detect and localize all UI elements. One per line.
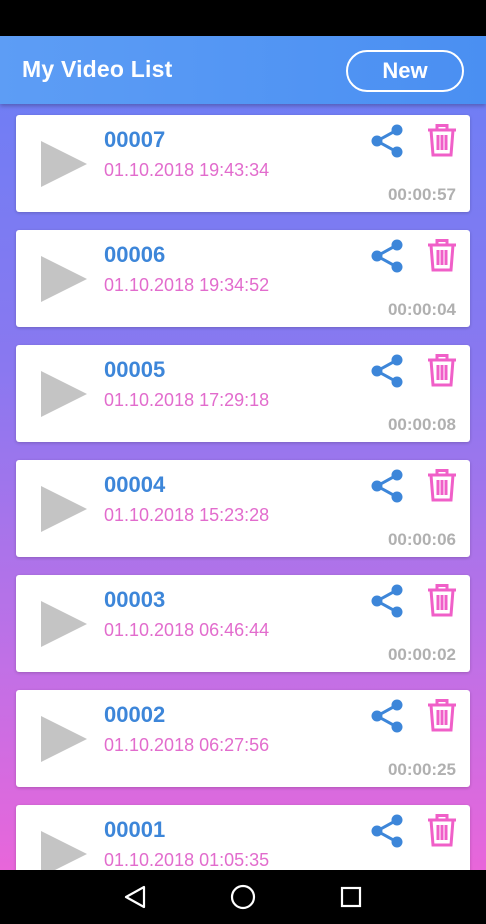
video-date: 01.10.2018 06:27:56 <box>104 735 270 755</box>
video-date: 01.10.2018 17:29:18 <box>104 390 270 410</box>
video-list: 00007 01.10.2018 19:43:34 00:00:57 00006… <box>16 115 470 870</box>
play-icon[interactable] <box>39 714 89 764</box>
video-date: 01.10.2018 19:34:52 <box>104 275 270 295</box>
trash-icon[interactable] <box>426 238 458 272</box>
video-card[interactable]: 00002 01.10.2018 06:27:56 00:00:25 <box>16 690 470 787</box>
home-icon[interactable] <box>229 883 257 911</box>
new-button[interactable]: New <box>346 50 464 92</box>
video-date: 01.10.2018 15:23:28 <box>104 505 270 525</box>
share-icon[interactable] <box>370 584 404 618</box>
play-icon[interactable] <box>39 139 89 189</box>
video-name: 00005 <box>104 357 166 382</box>
video-name: 00004 <box>104 472 166 497</box>
recents-icon[interactable] <box>339 885 363 909</box>
video-card[interactable]: 00004 01.10.2018 15:23:28 00:00:06 <box>16 460 470 557</box>
video-name: 00002 <box>104 702 166 727</box>
share-icon[interactable] <box>370 699 404 733</box>
video-name: 00001 <box>104 817 166 842</box>
share-icon[interactable] <box>370 354 404 388</box>
page-title: My Video List <box>22 56 173 82</box>
video-duration: 00:00:02 <box>387 645 456 664</box>
video-name: 00003 <box>104 587 166 612</box>
video-duration: 00:00:08 <box>387 415 456 434</box>
video-date: 01.10.2018 19:43:34 <box>104 160 270 180</box>
video-duration: 00:00:57 <box>387 185 456 204</box>
share-icon[interactable] <box>370 239 404 273</box>
play-icon[interactable] <box>39 254 89 304</box>
video-date: 01.10.2018 01:05:35 <box>104 850 270 870</box>
play-icon[interactable] <box>39 484 89 534</box>
video-card[interactable]: 00005 01.10.2018 17:29:18 00:00:08 <box>16 345 470 442</box>
status-bar <box>0 0 486 36</box>
trash-icon[interactable] <box>426 813 458 847</box>
video-name: 00007 <box>104 127 166 152</box>
video-duration: 00:00:04 <box>387 300 456 319</box>
video-card[interactable]: 00001 01.10.2018 01:05:35 <box>16 805 470 870</box>
trash-icon[interactable] <box>426 468 458 502</box>
video-card[interactable]: 00006 01.10.2018 19:34:52 00:00:04 <box>16 230 470 327</box>
video-card[interactable]: 00003 01.10.2018 06:46:44 00:00:02 <box>16 575 470 672</box>
app-screen: My Video List New 00007 01.10.2018 19:43… <box>0 36 486 870</box>
trash-icon[interactable] <box>426 698 458 732</box>
app-bar: My Video List New <box>0 36 486 104</box>
play-icon[interactable] <box>39 369 89 419</box>
trash-icon[interactable] <box>426 353 458 387</box>
video-duration: 00:00:25 <box>387 760 456 779</box>
play-icon[interactable] <box>39 599 89 649</box>
play-icon[interactable] <box>39 829 89 870</box>
video-date: 01.10.2018 06:46:44 <box>104 620 270 640</box>
share-icon[interactable] <box>370 124 404 158</box>
video-card[interactable]: 00007 01.10.2018 19:43:34 00:00:57 <box>16 115 470 212</box>
video-name: 00006 <box>104 242 166 267</box>
trash-icon[interactable] <box>426 583 458 617</box>
system-nav-bar <box>0 870 486 924</box>
share-icon[interactable] <box>370 814 404 848</box>
share-icon[interactable] <box>370 469 404 503</box>
trash-icon[interactable] <box>426 123 458 157</box>
video-duration: 00:00:06 <box>387 530 456 549</box>
back-icon[interactable] <box>122 884 148 910</box>
